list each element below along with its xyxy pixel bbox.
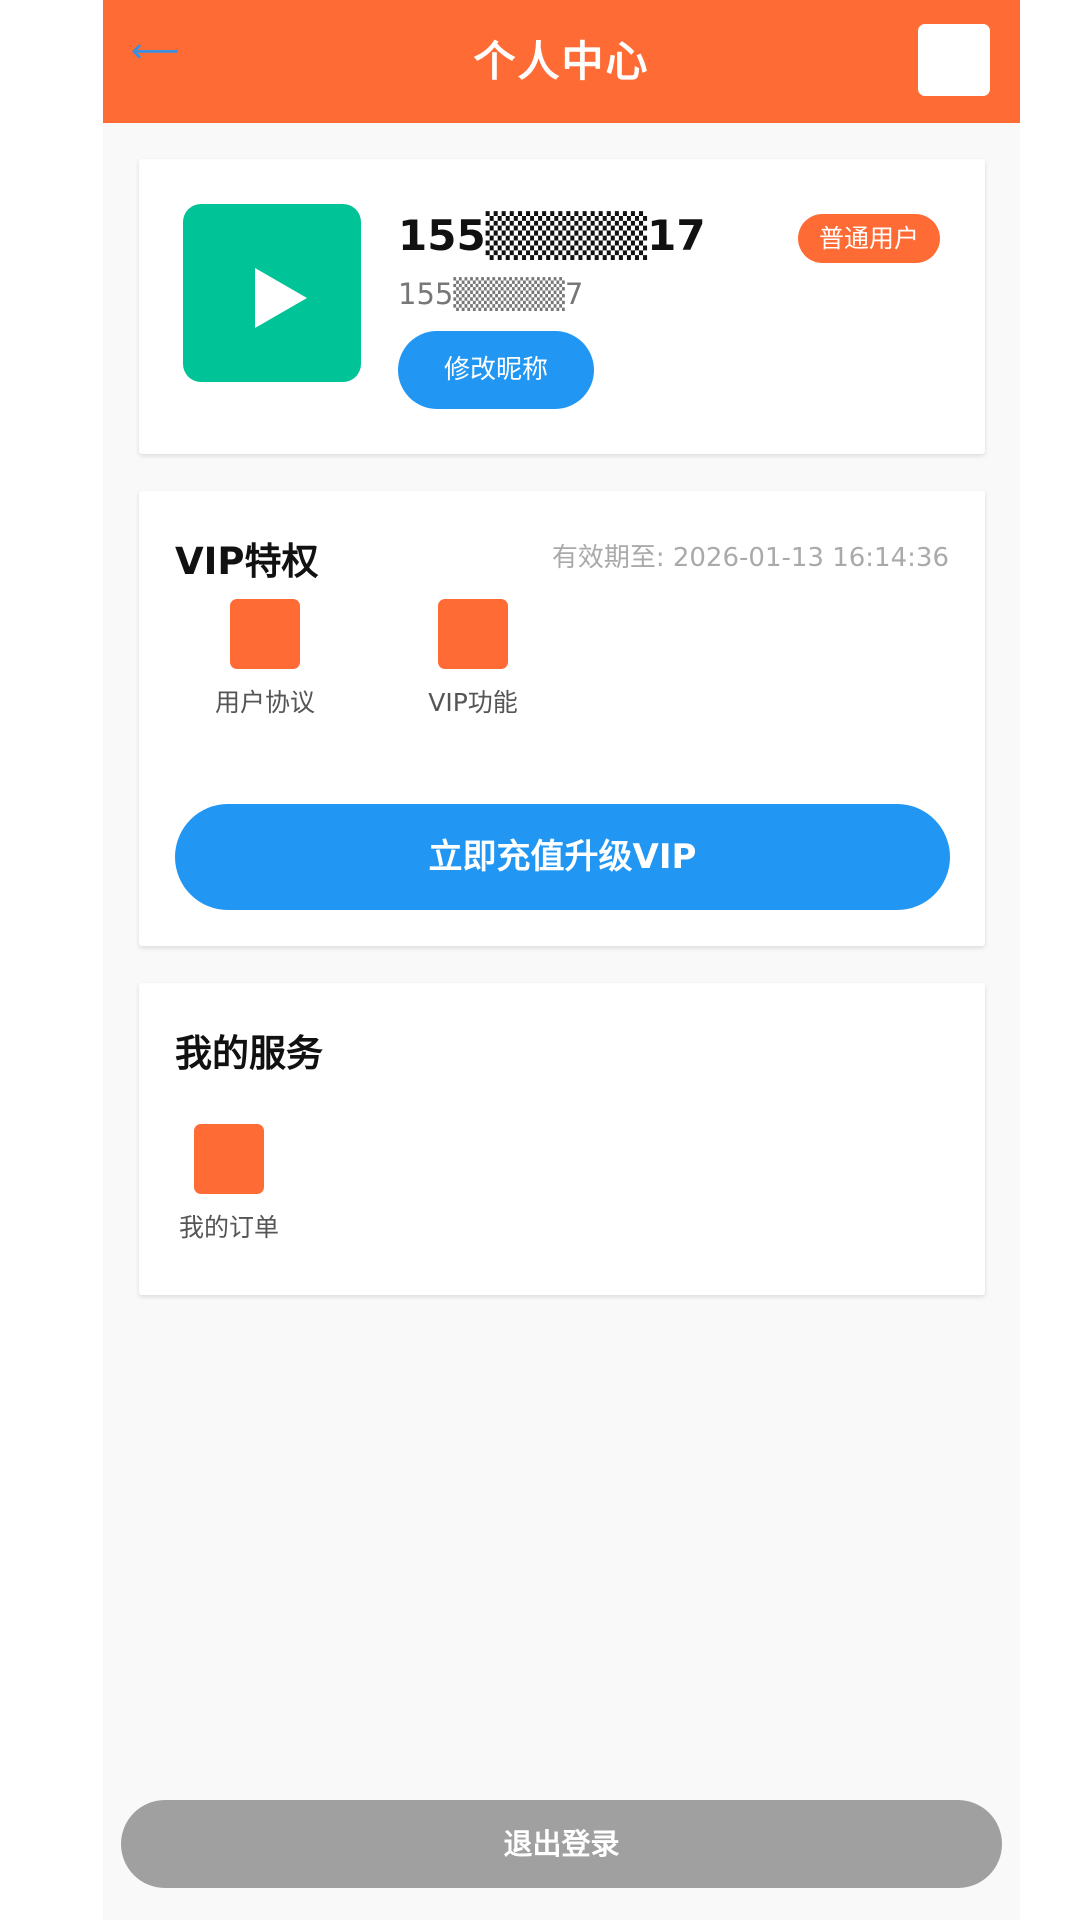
top-bar: ⟵ 个人中心 [103, 0, 1020, 123]
feature-vip-functions[interactable]: VIP功能 [403, 599, 543, 719]
avatar[interactable] [183, 204, 361, 382]
vip-card: VIP特权 有效期至: 2026-01-13 16:14:36 用户协议 VIP… [139, 491, 985, 946]
upgrade-vip-button[interactable]: 立即充值升级VIP [175, 804, 950, 910]
services-card: 我的服务 我的订单 [139, 983, 985, 1295]
vip-function-icon [438, 599, 508, 669]
page-title-text: 个人中心 [473, 37, 650, 86]
user-type-badge: 普通用户 [798, 214, 940, 263]
user-agreement-icon [230, 599, 300, 669]
feature-label: 用户协议 [214, 688, 315, 717]
service-my-orders[interactable]: 我的订单 [159, 1124, 299, 1244]
orders-icon [194, 1124, 264, 1194]
logout-button[interactable]: 退出登录 [121, 1800, 1002, 1888]
header-action-button[interactable] [918, 24, 990, 96]
phone-number: 155▒▒▒▒▒7 [398, 277, 584, 311]
feature-label: VIP功能 [428, 688, 518, 717]
app-screen: ⟵ 个人中心 155▒▒▒▒▒17 155▒▒▒▒▒7 普通用户 修改昵称 VI… [103, 0, 1020, 1920]
play-icon [255, 268, 307, 328]
vip-section-title: VIP特权 [175, 540, 319, 583]
page-title: 个人中心 [103, 0, 1020, 123]
services-section-title: 我的服务 [175, 1032, 323, 1075]
vip-expiry-date: 有效期至: 2026-01-13 16:14:36 [551, 543, 949, 573]
feature-user-agreement[interactable]: 用户协议 [195, 599, 335, 719]
profile-card: 155▒▒▒▒▒17 155▒▒▒▒▒7 普通用户 修改昵称 [139, 159, 985, 454]
edit-nickname-button[interactable]: 修改昵称 [398, 331, 594, 409]
nickname: 155▒▒▒▒▒17 [398, 211, 706, 260]
service-label: 我的订单 [178, 1213, 279, 1242]
